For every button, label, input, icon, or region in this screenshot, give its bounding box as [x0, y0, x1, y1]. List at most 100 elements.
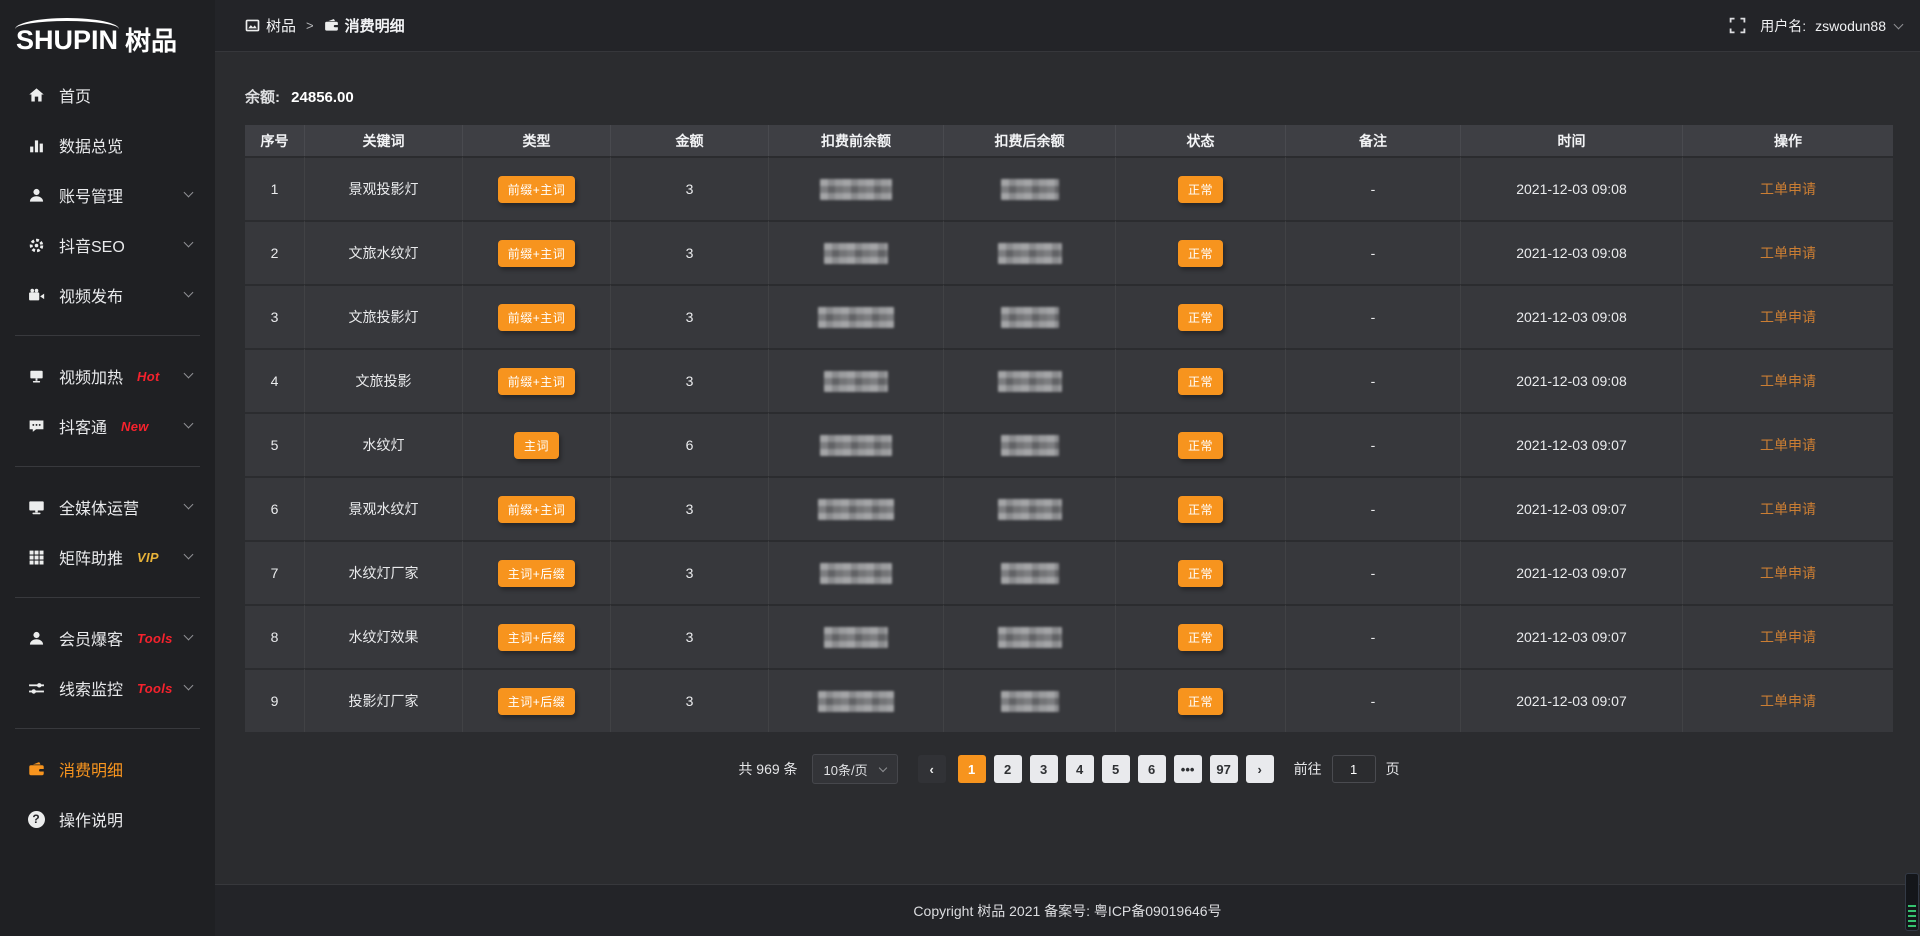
status-badge: 正常 [1178, 176, 1223, 203]
cell-amount: 3 [611, 540, 769, 604]
cell-keyword: 投影灯厂家 [305, 668, 463, 732]
status-badge: 正常 [1178, 496, 1223, 523]
sidebar-item-线索监控[interactable]: 线索监控Tools [0, 663, 215, 713]
sidebar-badge: Hot [137, 369, 160, 384]
sidebar-item-消费明细[interactable]: 消费明细 [0, 744, 215, 794]
cell-balance-before [769, 284, 944, 348]
sidebar-item-label: 抖音SEO [59, 233, 125, 257]
member-icon [26, 630, 46, 647]
ticket-apply-link[interactable]: 工单申请 [1760, 437, 1816, 453]
censored-value [818, 499, 894, 520]
page-button-4[interactable]: 4 [1066, 755, 1094, 783]
sidebar-item-首页[interactable]: 首页 [0, 70, 215, 120]
cell-type: 前缀+主词 [463, 348, 611, 412]
sidebar-item-抖音SEO[interactable]: 抖音SEO [0, 220, 215, 270]
column-header: 关键词 [305, 125, 463, 156]
ticket-apply-link[interactable]: 工单申请 [1760, 373, 1816, 389]
username-label: 用户名: [1760, 16, 1806, 36]
page-button-3[interactable]: 3 [1030, 755, 1058, 783]
ticket-apply-link[interactable]: 工单申请 [1760, 309, 1816, 325]
ticket-apply-link[interactable]: 工单申请 [1760, 629, 1816, 645]
wallet-icon [324, 17, 339, 34]
goto-label: 前往 [1294, 759, 1322, 779]
breadcrumb-item-current[interactable]: 消费明细 [324, 15, 405, 36]
sidebar-item-视频发布[interactable]: 视频发布 [0, 270, 215, 320]
sidebar-item-矩阵助推[interactable]: 矩阵助推VIP [0, 532, 215, 582]
page-button-5[interactable]: 5 [1102, 755, 1130, 783]
censored-value [818, 691, 894, 712]
censored-value [818, 307, 894, 328]
goto-page-input[interactable] [1332, 755, 1376, 783]
cell-amount: 6 [611, 412, 769, 476]
ticket-apply-link[interactable]: 工单申请 [1760, 245, 1816, 261]
type-badge: 前缀+主词 [498, 304, 576, 331]
censored-value [1001, 691, 1059, 712]
ticket-apply-link[interactable]: 工单申请 [1760, 501, 1816, 517]
breadcrumb-item-home[interactable]: 树品 [245, 15, 296, 36]
cell-index: 6 [245, 476, 305, 540]
sidebar-item-label: 视频发布 [59, 283, 123, 307]
type-badge: 前缀+主词 [498, 240, 576, 267]
prev-page-button[interactable]: ‹ [918, 755, 946, 783]
ticket-apply-link[interactable]: 工单申请 [1760, 693, 1816, 709]
type-badge: 主词 [514, 432, 559, 459]
table-row: 5水纹灯主词6正常-2021-12-03 09:07工单申请 [245, 412, 1893, 476]
cell-remark: - [1286, 220, 1461, 284]
cell-remark: - [1286, 348, 1461, 412]
cell-balance-before [769, 348, 944, 412]
cell-remark: - [1286, 668, 1461, 732]
page-button-97[interactable]: 97 [1210, 755, 1238, 783]
fullscreen-icon[interactable] [1729, 17, 1746, 34]
page-size-value: 10条/页 [824, 760, 868, 779]
cell-balance-after [944, 412, 1116, 476]
cell-type: 前缀+主词 [463, 476, 611, 540]
status-badge: 正常 [1178, 432, 1223, 459]
censored-value [824, 243, 888, 264]
sidebar-item-视频加热[interactable]: 视频加热 Hot [0, 351, 215, 401]
breadcrumb: 树品 > 消费明细 [245, 15, 405, 36]
page-button-2[interactable]: 2 [994, 755, 1022, 783]
cell-status: 正常 [1116, 604, 1286, 668]
chevron-down-icon [184, 500, 194, 510]
page-size-select[interactable]: 10条/页 [812, 754, 898, 784]
user-zone: 用户名: zswodun88 [1729, 16, 1902, 36]
logo-text-zh: 树品 [125, 28, 177, 54]
chevron-down-icon [184, 188, 194, 198]
cell-type: 主词+后缀 [463, 604, 611, 668]
cell-action: 工单申请 [1683, 540, 1893, 604]
balance-label: 余额: [245, 89, 280, 106]
username-value: zswodun88 [1815, 18, 1886, 34]
cell-balance-after [944, 348, 1116, 412]
sidebar-item-label: 视频加热 [59, 364, 123, 388]
sidebar-item-账号管理[interactable]: 账号管理 [0, 170, 215, 220]
sidebar-item-会员爆客[interactable]: 会员爆客Tools [0, 613, 215, 663]
chevron-down-icon [184, 238, 194, 248]
next-page-button[interactable]: › [1246, 755, 1274, 783]
chevron-down-icon [184, 288, 194, 298]
cell-keyword: 文旅投影灯 [305, 284, 463, 348]
sidebar-item-全媒体运营[interactable]: 全媒体运营 [0, 482, 215, 532]
censored-value [824, 627, 888, 648]
cell-remark: - [1286, 540, 1461, 604]
ticket-apply-link[interactable]: 工单申请 [1760, 565, 1816, 581]
chevron-down-icon [184, 419, 194, 429]
sidebar-item-操作说明[interactable]: ?操作说明 [0, 794, 215, 844]
sidebar-item-抖客通[interactable]: 抖客通New [0, 401, 215, 451]
divider [15, 335, 200, 336]
sidebar-item-数据总览[interactable]: 数据总览 [0, 120, 215, 170]
cell-time: 2021-12-03 09:07 [1461, 604, 1683, 668]
sidebar-menu: 首页数据总览账号管理抖音SEO 视频发布视频加热 Hot 抖客通New 全媒体运营矩阵助… [0, 70, 215, 844]
user-menu[interactable]: 用户名: zswodun88 [1760, 16, 1902, 36]
cell-status: 正常 [1116, 476, 1286, 540]
status-badge: 正常 [1178, 624, 1223, 651]
page-button-6[interactable]: 6 [1138, 755, 1166, 783]
cell-status: 正常 [1116, 220, 1286, 284]
cell-status: 正常 [1116, 668, 1286, 732]
home-icon [26, 87, 46, 104]
ticket-apply-link[interactable]: 工单申请 [1760, 181, 1816, 197]
censored-value [1001, 435, 1059, 456]
cell-type: 前缀+主词 [463, 220, 611, 284]
cell-balance-after [944, 156, 1116, 220]
more-pages-button[interactable]: ••• [1174, 755, 1202, 783]
page-button-1[interactable]: 1 [958, 755, 986, 783]
